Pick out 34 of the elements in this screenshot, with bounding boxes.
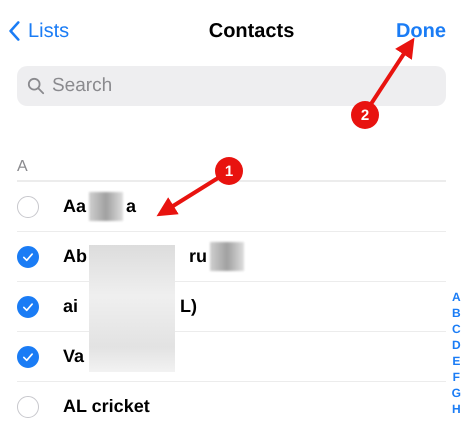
blur-patch	[210, 242, 244, 271]
contact-name[interactable]: L)	[180, 296, 198, 317]
step-badge: 2	[351, 101, 379, 129]
checkbox[interactable]	[17, 346, 39, 368]
index-letter[interactable]: B	[452, 305, 461, 321]
done-button[interactable]: Done	[396, 20, 446, 42]
contact-name[interactable]: Ab	[63, 246, 87, 267]
annotation-arrow	[156, 176, 220, 216]
index-letter[interactable]: E	[452, 353, 460, 369]
checkbox[interactable]	[17, 396, 39, 418]
chevron-left-icon	[8, 20, 20, 42]
contact-name[interactable]: Va	[63, 346, 84, 367]
index-letter[interactable]: A	[452, 289, 461, 305]
index-letter[interactable]: H	[452, 401, 461, 417]
checkbox[interactable]	[17, 246, 39, 268]
back-link[interactable]: Lists	[8, 20, 70, 42]
contact-name[interactable]: AL cricket	[63, 396, 150, 417]
nav-title: Contacts	[208, 20, 294, 42]
annotation-arrow	[369, 38, 414, 106]
checkbox[interactable]	[17, 196, 39, 218]
section-header: A	[17, 158, 28, 175]
search-icon	[27, 77, 45, 95]
blur-patch	[89, 192, 124, 221]
step-badge: 1	[215, 157, 243, 185]
contact-name[interactable]: Aa	[63, 196, 86, 217]
checkbox[interactable]	[17, 296, 39, 318]
contact-name[interactable]: a	[126, 196, 136, 217]
index-letter[interactable]: G	[452, 385, 461, 401]
contact-name[interactable]: ai	[63, 296, 78, 317]
contact-name[interactable]: ru	[189, 246, 207, 267]
search-field[interactable]: Search	[17, 66, 446, 106]
index-letter[interactable]: F	[452, 369, 460, 385]
index-letter[interactable]: C	[452, 321, 461, 337]
index-letter[interactable]: D	[452, 337, 461, 353]
